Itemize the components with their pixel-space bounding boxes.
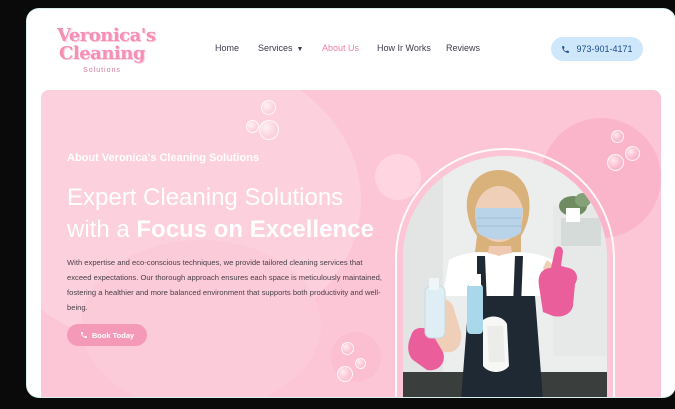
nav-item-services[interactable]: Services ▼: [258, 43, 303, 53]
nav-item-about-us[interactable]: About Us: [322, 43, 359, 53]
nav-item-home[interactable]: Home: [215, 43, 239, 53]
photo-frame: [395, 148, 615, 397]
phone-number: 973-901-4171: [576, 44, 633, 54]
phone-icon: [80, 332, 87, 338]
bubble-decoration: [261, 100, 276, 115]
chevron-down-icon: ▼: [296, 46, 304, 53]
hero-section: About Veronica's Cleaning Solutions Expe…: [41, 90, 661, 397]
phone-icon: [562, 45, 570, 53]
logo-line-3: Solutions: [83, 67, 121, 74]
nav-item-how-it-works[interactable]: How Ir Works: [377, 43, 431, 53]
hero-heading: Expert Cleaning Solutions with a Focus o…: [67, 182, 397, 246]
bubble-decoration: [625, 146, 640, 161]
section-eyebrow: About Veronica's Cleaning Solutions: [67, 152, 260, 164]
bubble-decoration: [611, 130, 624, 143]
book-today-button[interactable]: Book Today: [67, 324, 147, 346]
hero-heading-prefix: with a: [67, 216, 137, 243]
bubble-decoration: [246, 120, 259, 133]
hero-heading-emphasis: Focus on Excellence: [136, 216, 374, 243]
nav-item-reviews[interactable]: Reviews: [446, 43, 480, 53]
bubble-decoration: [355, 358, 366, 369]
bubble-decoration: [607, 154, 624, 171]
book-today-label: Book Today: [91, 330, 135, 340]
bubble-decoration: [259, 120, 279, 140]
bubble-decoration: [341, 342, 354, 355]
browser-frame: Veronica's Cleaning Solutions Home Servi…: [27, 9, 675, 397]
hero-heading-line-1: Expert Cleaning Solutions: [67, 184, 344, 211]
hero-paragraph: With expertise and eco-conscious techniq…: [67, 258, 382, 312]
phone-button[interactable]: 973-901-4171: [551, 37, 643, 61]
nav-item-services-label: Services: [258, 43, 293, 53]
cleaner-photo: [403, 156, 607, 397]
bubble-decoration: [337, 366, 353, 382]
hero-heading-line-2: with a Focus on Excellence: [67, 214, 397, 246]
